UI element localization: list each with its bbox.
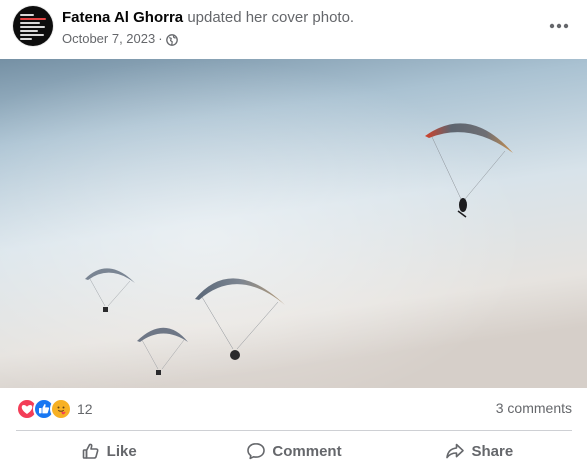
- post-date[interactable]: October 7, 2023: [62, 30, 155, 48]
- comment-count-link[interactable]: 3 comments: [496, 400, 572, 416]
- care-icon: [50, 398, 72, 420]
- reaction-count: 12: [77, 401, 93, 417]
- comment-button[interactable]: Comment: [201, 432, 386, 470]
- post-header: Fatena Al Ghorra updated her cover photo…: [0, 0, 587, 58]
- share-button-label: Share: [471, 442, 514, 460]
- comment-button-label: Comment: [272, 442, 342, 460]
- share-button[interactable]: Share: [387, 432, 572, 470]
- share-arrow-icon: [446, 443, 465, 459]
- like-button-label: Like: [106, 442, 137, 460]
- comment-bubble-icon: [247, 443, 266, 460]
- author-name[interactable]: Fatena Al Ghorra: [62, 9, 183, 26]
- more-options-button[interactable]: [545, 12, 573, 40]
- meta-separator: ·: [158, 31, 163, 46]
- cover-photo[interactable]: [0, 59, 587, 388]
- action-divider: [16, 430, 572, 431]
- reaction-summary[interactable]: 12: [16, 398, 93, 420]
- thumbs-up-icon: [82, 443, 99, 459]
- post-action-bar: Like Comment Share: [16, 432, 572, 470]
- globe-icon[interactable]: [165, 33, 178, 46]
- avatar[interactable]: [13, 6, 53, 46]
- more-horizontal-icon: [549, 23, 569, 29]
- post-action-text: updated her cover photo.: [187, 9, 355, 26]
- post-meta: October 7, 2023 ·: [62, 30, 178, 48]
- post-headline: Fatena Al Ghorra updated her cover photo…: [62, 8, 354, 28]
- like-button[interactable]: Like: [16, 432, 201, 470]
